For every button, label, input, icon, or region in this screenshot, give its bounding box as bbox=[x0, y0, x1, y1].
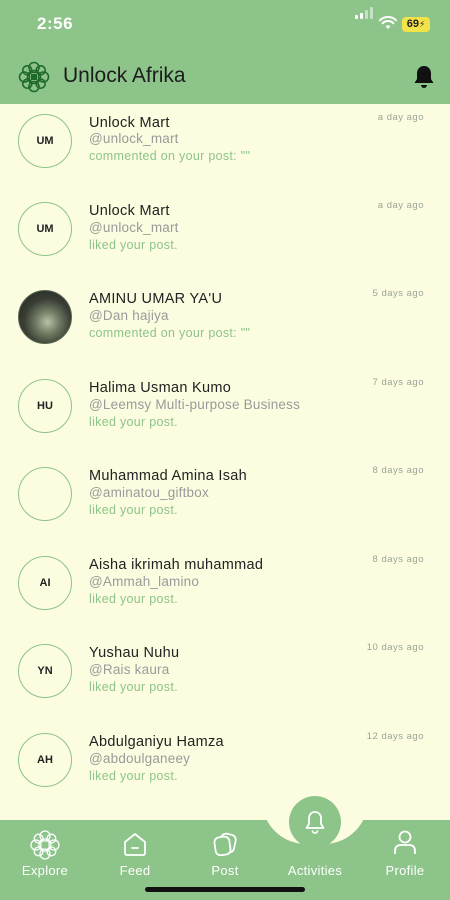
notification-action: liked your post. bbox=[89, 768, 178, 783]
notification-time: a day ago bbox=[377, 199, 424, 211]
notification-action: liked your post. bbox=[89, 237, 178, 252]
user-name: Unlock Mart bbox=[89, 115, 170, 131]
notification-time: 5 days ago bbox=[372, 288, 424, 299]
notification-time: 7 days ago bbox=[372, 376, 424, 388]
user-handle: @aminatou_giftbox bbox=[89, 485, 209, 500]
avatar[interactable] bbox=[18, 467, 72, 521]
status-bar: 2:56 69⚡ bbox=[0, 0, 450, 50]
tab-label: Post bbox=[211, 863, 239, 878]
user-handle: @Leemsy Multi-purpose Business bbox=[89, 396, 301, 412]
user-handle: @Dan hajiya bbox=[89, 308, 169, 323]
avatar[interactable]: UM bbox=[18, 201, 72, 256]
notification-time: 12 days ago bbox=[366, 730, 424, 742]
avatar[interactable]: UM bbox=[18, 114, 72, 168]
notification-item[interactable]: AI Aisha ikrimah muhammad @Ammah_lamino … bbox=[0, 531, 450, 620]
notification-action: commented on your post: "" bbox=[89, 149, 251, 163]
avatar[interactable]: YN bbox=[18, 644, 72, 698]
notification-item[interactable]: UM Unlock Mart @unlock_mart commented on… bbox=[0, 88, 450, 177]
activities-active-button[interactable] bbox=[289, 796, 341, 848]
user-name: AMINU UMAR YA'U bbox=[89, 291, 223, 307]
notification-action: commented on your post: "" bbox=[89, 326, 251, 340]
user-icon bbox=[394, 830, 416, 854]
user-handle: @abdoulganeey bbox=[89, 750, 191, 766]
notification-list: UM Unlock Mart @unlock_mart commented on… bbox=[0, 104, 450, 812]
notification-bell-button[interactable] bbox=[412, 64, 436, 90]
notification-action: liked your post. bbox=[89, 680, 178, 694]
notification-time: 8 days ago bbox=[372, 465, 424, 476]
tab-explore[interactable]: Explore bbox=[0, 820, 90, 900]
tab-label: Explore bbox=[21, 863, 69, 878]
notification-item[interactable]: UM Unlock Mart @unlock_mart liked your p… bbox=[0, 177, 450, 266]
notification-action: liked your post. bbox=[89, 591, 178, 606]
mandala-icon bbox=[30, 830, 60, 860]
app-title: Unlock Afrika bbox=[63, 64, 186, 87]
avatar[interactable]: AH bbox=[18, 732, 72, 787]
notification-item[interactable]: AH Abdulganiyu Hamza @abdoulganeey liked… bbox=[0, 708, 450, 797]
notification-action: liked your post. bbox=[89, 414, 178, 429]
bell-icon bbox=[305, 811, 325, 834]
battery-level: 69 bbox=[406, 18, 419, 30]
notification-time: 10 days ago bbox=[366, 642, 424, 653]
home-icon bbox=[124, 833, 146, 856]
tab-label: Feed bbox=[119, 863, 151, 878]
status-time: 2:56 bbox=[37, 14, 74, 33]
user-name: Yushau Nuhu bbox=[89, 645, 180, 661]
avatar[interactable]: HU bbox=[18, 378, 72, 433]
user-handle: @unlock_mart bbox=[89, 131, 179, 146]
battery-indicator: 69⚡ bbox=[402, 17, 430, 32]
notification-item[interactable]: YN Yushau Nuhu @Rais kaura liked your po… bbox=[0, 619, 450, 708]
notification-time: a day ago bbox=[377, 112, 424, 123]
user-handle: @unlock_mart bbox=[89, 219, 179, 235]
post-icon bbox=[213, 832, 237, 857]
user-name: Halima Usman Kumo bbox=[89, 379, 232, 396]
user-name: Aisha ikrimah muhammad bbox=[89, 556, 264, 573]
notification-time: 8 days ago bbox=[372, 553, 424, 565]
tab-profile[interactable]: Profile bbox=[360, 820, 450, 900]
user-name: Unlock Mart bbox=[89, 202, 170, 219]
wifi-icon bbox=[379, 16, 397, 29]
tab-label: Profile bbox=[385, 863, 425, 878]
avatar[interactable] bbox=[18, 290, 72, 344]
notification-item[interactable]: AMINU UMAR YA'U @Dan hajiya commented on… bbox=[0, 265, 450, 354]
user-name: Abdulganiyu Hamza bbox=[89, 733, 224, 750]
notification-item[interactable]: Muhammad Amina Isah @aminatou_giftbox li… bbox=[0, 442, 450, 531]
user-handle: @Ammah_lamino bbox=[89, 573, 200, 589]
notification-item[interactable]: HU Halima Usman Kumo @Leemsy Multi-purpo… bbox=[0, 354, 450, 443]
user-name: Muhammad Amina Isah bbox=[89, 468, 248, 484]
home-indicator bbox=[145, 887, 305, 892]
user-handle: @Rais kaura bbox=[89, 662, 170, 677]
avatar[interactable]: AI bbox=[18, 555, 72, 610]
tab-label: Activities bbox=[287, 863, 343, 878]
notification-action: liked your post. bbox=[89, 503, 178, 517]
